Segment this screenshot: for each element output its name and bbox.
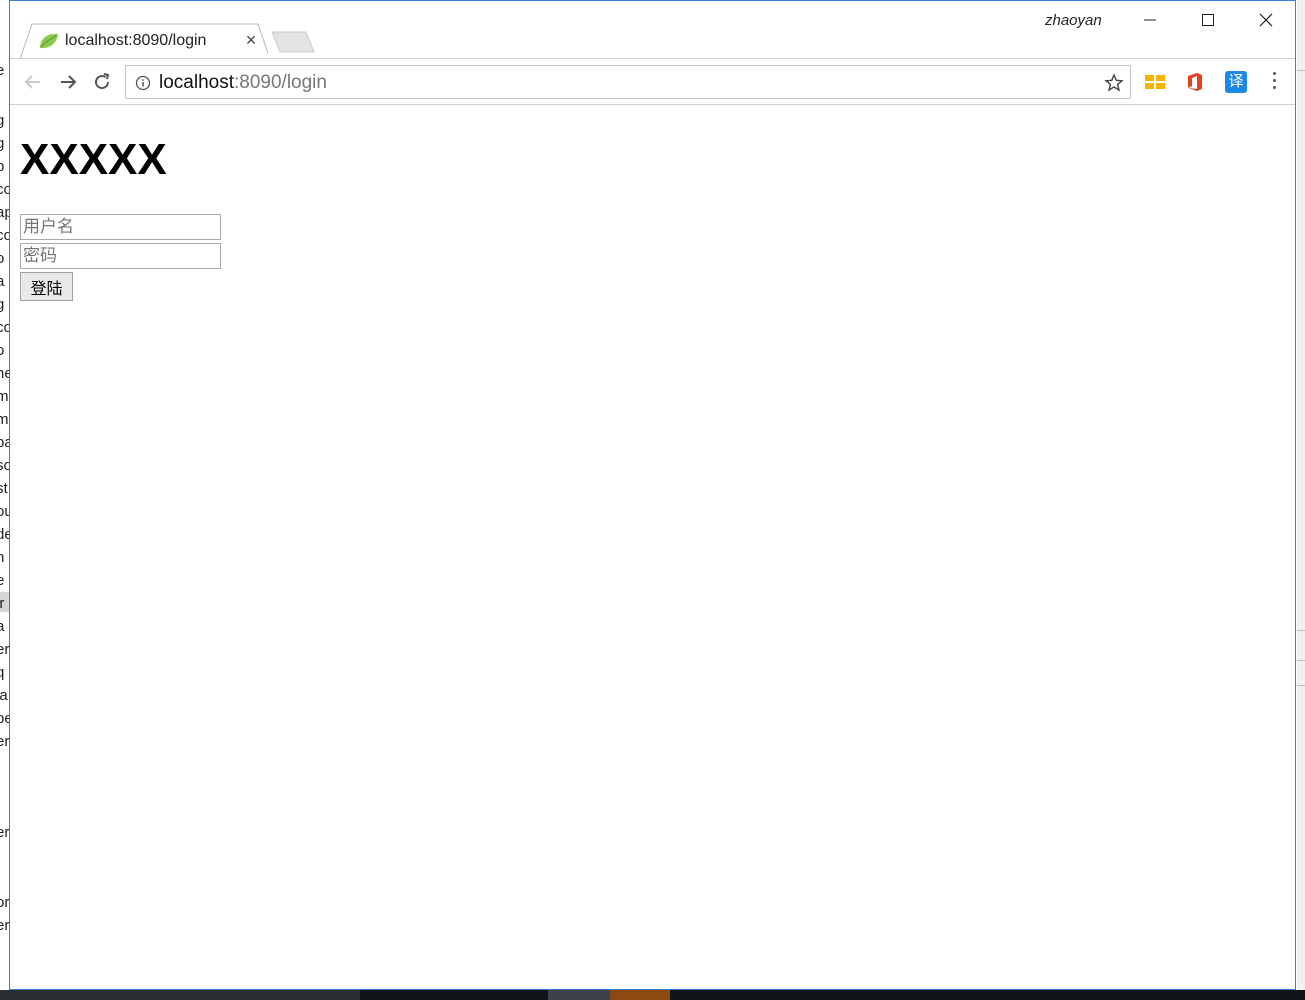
arrow-right-icon <box>61 75 77 89</box>
new-tab-button[interactable] <box>270 31 316 53</box>
close-icon <box>1259 13 1273 27</box>
background-window-left: e g g p co ap co o a g co o ne m m pa so… <box>0 0 9 990</box>
background-text: pe <box>0 710 9 727</box>
background-text: co <box>0 227 9 244</box>
background-text: o <box>0 250 5 267</box>
background-text: ap <box>0 204 9 221</box>
arrow-left-icon <box>24 75 40 89</box>
background-divider <box>1297 660 1305 661</box>
background-divider <box>1297 630 1305 631</box>
tab-active[interactable]: localhost:8090/login × <box>20 23 268 59</box>
background-text: or <box>0 894 9 911</box>
background-text: q <box>0 664 5 681</box>
background-text: er <box>0 733 9 750</box>
back-button[interactable] <box>21 70 45 94</box>
background-text: g <box>0 135 5 152</box>
background-text: o <box>0 342 5 359</box>
profile-name[interactable]: zhaoyan <box>1045 12 1102 29</box>
minimize-icon <box>1144 19 1156 21</box>
tab-close-icon[interactable]: × <box>242 31 260 49</box>
background-divider <box>1297 70 1305 71</box>
address-url[interactable]: localhost:8090/login <box>159 72 327 94</box>
background-text: a <box>0 273 5 290</box>
url-host: localhost <box>159 72 234 93</box>
background-text: e <box>0 62 5 79</box>
reload-button[interactable] <box>90 70 114 94</box>
password-input[interactable] <box>20 243 221 269</box>
taskbar <box>0 990 1305 1000</box>
reload-icon <box>95 73 110 90</box>
background-window-right <box>1297 0 1305 990</box>
background-text: ne <box>0 365 9 382</box>
background-text: ja <box>0 687 8 704</box>
maximize-button[interactable] <box>1179 1 1237 41</box>
background-text: n <box>0 549 5 566</box>
background-text: so <box>0 457 9 474</box>
background-text: ir <box>0 595 5 612</box>
background-text: ou <box>0 503 9 520</box>
browser-window: localhost:8090/login × zhaoyan localhost… <box>9 0 1296 990</box>
taskbar-item[interactable] <box>0 990 360 1000</box>
minimize-button[interactable] <box>1121 1 1179 41</box>
background-text: e <box>0 572 5 589</box>
background-divider <box>1297 685 1305 686</box>
login-button[interactable]: 登陆 <box>20 272 73 301</box>
background-text: g <box>0 112 5 129</box>
username-input[interactable] <box>20 214 221 240</box>
background-text: er <box>0 917 9 934</box>
close-window-button[interactable] <box>1237 1 1295 41</box>
background-text: pa <box>0 434 9 451</box>
extension-grid-icon[interactable] <box>1144 71 1166 93</box>
office-icon[interactable] <box>1184 71 1206 93</box>
taskbar-item[interactable] <box>610 990 670 1000</box>
taskbar-item[interactable] <box>548 990 610 1000</box>
background-text: st <box>0 480 8 497</box>
spring-leaf-icon <box>38 32 60 50</box>
address-bar[interactable]: localhost:8090/login <box>125 65 1131 99</box>
background-text: co <box>0 181 9 198</box>
background-text: g <box>0 296 5 313</box>
background-text: m <box>0 388 9 405</box>
background-text: m <box>0 411 9 428</box>
info-icon[interactable] <box>135 75 151 91</box>
background-text: p <box>0 158 5 175</box>
background-text: a <box>0 618 5 635</box>
background-text: co <box>0 319 9 336</box>
more-menu-icon[interactable] <box>1270 72 1278 94</box>
tab-title: localhost:8090/login <box>65 32 207 49</box>
background-text: de <box>0 526 9 543</box>
page-content: XXXXX 登陆 <box>10 105 1295 989</box>
translate-icon[interactable]: 译 <box>1225 71 1247 93</box>
page-title: XXXXX <box>20 135 167 184</box>
title-bar: localhost:8090/login × zhaoyan <box>10 1 1295 59</box>
forward-button[interactable] <box>56 70 80 94</box>
background-text: er <box>0 824 9 841</box>
browser-toolbar: localhost:8090/login 译 <box>10 58 1295 105</box>
url-path: :8090/login <box>234 72 327 93</box>
bookmark-star-icon[interactable] <box>1104 73 1124 93</box>
background-text: er <box>0 641 9 658</box>
maximize-icon <box>1202 14 1214 26</box>
